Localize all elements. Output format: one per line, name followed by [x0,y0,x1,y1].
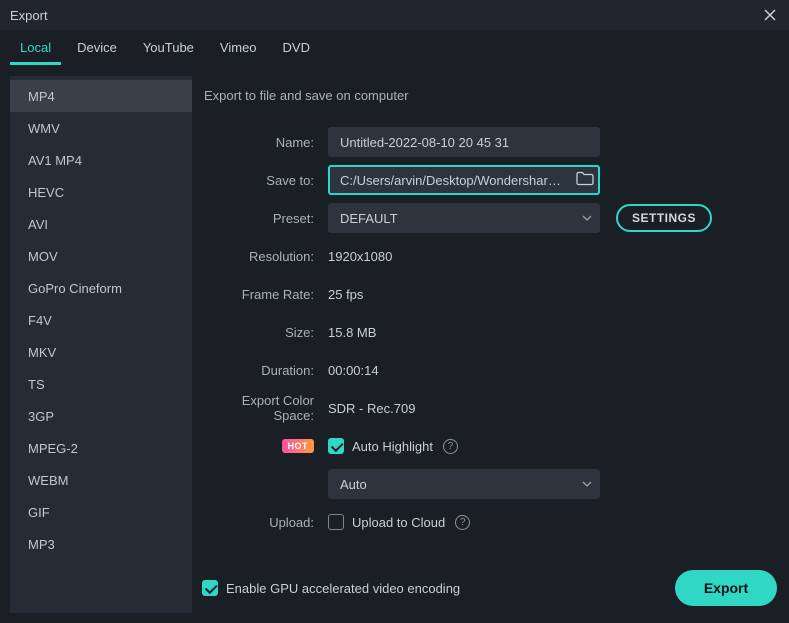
export-button[interactable]: Export [675,570,777,606]
label-resolution: Resolution: [202,249,328,264]
gpu-checkbox[interactable] [202,580,218,596]
label-upload: Upload: [202,515,328,530]
sidebar-item-3gp[interactable]: 3GP [10,400,192,432]
label-framerate: Frame Rate: [202,287,328,302]
sidebar-item-ts[interactable]: TS [10,368,192,400]
value-size: 15.8 MB [328,325,376,340]
help-icon[interactable]: ? [455,515,470,530]
tab-youtube[interactable]: YouTube [133,32,204,65]
sidebar-item-wmv[interactable]: WMV [10,112,192,144]
settings-panel: Export to file and save on computer Name… [202,76,779,613]
auto-highlight-label: Auto Highlight [352,439,433,454]
preset-select[interactable]: DEFAULT [328,203,600,233]
label-name: Name: [202,135,328,150]
value-colorspace: SDR - Rec.709 [328,401,415,416]
label-size: Size: [202,325,328,340]
auto-highlight-checkbox[interactable] [328,438,344,454]
label-colorspace: Export Color Space: [202,393,328,423]
save-to-input[interactable] [328,165,600,195]
sidebar-item-hevc[interactable]: HEVC [10,176,192,208]
upload-cloud-checkbox[interactable] [328,514,344,530]
tab-dvd[interactable]: DVD [273,32,320,65]
upload-cloud-label: Upload to Cloud [352,515,445,530]
gpu-label: Enable GPU accelerated video encoding [226,581,460,596]
close-button[interactable] [761,6,779,24]
label-duration: Duration: [202,363,328,378]
sidebar-item-gopro[interactable]: GoPro Cineform [10,272,192,304]
tab-local[interactable]: Local [10,32,61,65]
close-icon [764,9,776,21]
tab-device[interactable]: Device [67,32,127,65]
footer: Enable GPU accelerated video encoding Ex… [202,563,779,613]
settings-button[interactable]: SETTINGS [616,204,712,232]
sidebar-item-gif[interactable]: GIF [10,496,192,528]
value-framerate: 25 fps [328,287,363,302]
sidebar-item-webm[interactable]: WEBM [10,464,192,496]
tab-vimeo[interactable]: Vimeo [210,32,267,65]
value-duration: 00:00:14 [328,363,379,378]
sidebar-item-mkv[interactable]: MKV [10,336,192,368]
auto-highlight-select[interactable]: Auto [328,469,600,499]
label-preset: Preset: [202,211,328,226]
name-input[interactable] [328,127,600,157]
sidebar-item-mov[interactable]: MOV [10,240,192,272]
sidebar-item-mp3[interactable]: MP3 [10,528,192,560]
folder-icon [576,172,594,186]
sidebar-item-f4v[interactable]: F4V [10,304,192,336]
window-title: Export [10,8,48,23]
sidebar-item-mp4[interactable]: MP4 [10,80,192,112]
label-saveto: Save to: [202,173,328,188]
sidebar-item-av1-mp4[interactable]: AV1 MP4 [10,144,192,176]
value-resolution: 1920x1080 [328,249,392,264]
titlebar: Export [0,0,789,30]
panel-heading: Export to file and save on computer [204,88,779,103]
sidebar-item-avi[interactable]: AVI [10,208,192,240]
help-icon[interactable]: ? [443,439,458,454]
sidebar-item-mpeg2[interactable]: MPEG-2 [10,432,192,464]
browse-folder-button[interactable] [576,172,594,189]
tab-bar: Local Device YouTube Vimeo DVD [0,30,789,66]
hot-badge: HOT [282,439,315,453]
format-sidebar: MP4 WMV AV1 MP4 HEVC AVI MOV GoPro Cinef… [10,76,192,613]
